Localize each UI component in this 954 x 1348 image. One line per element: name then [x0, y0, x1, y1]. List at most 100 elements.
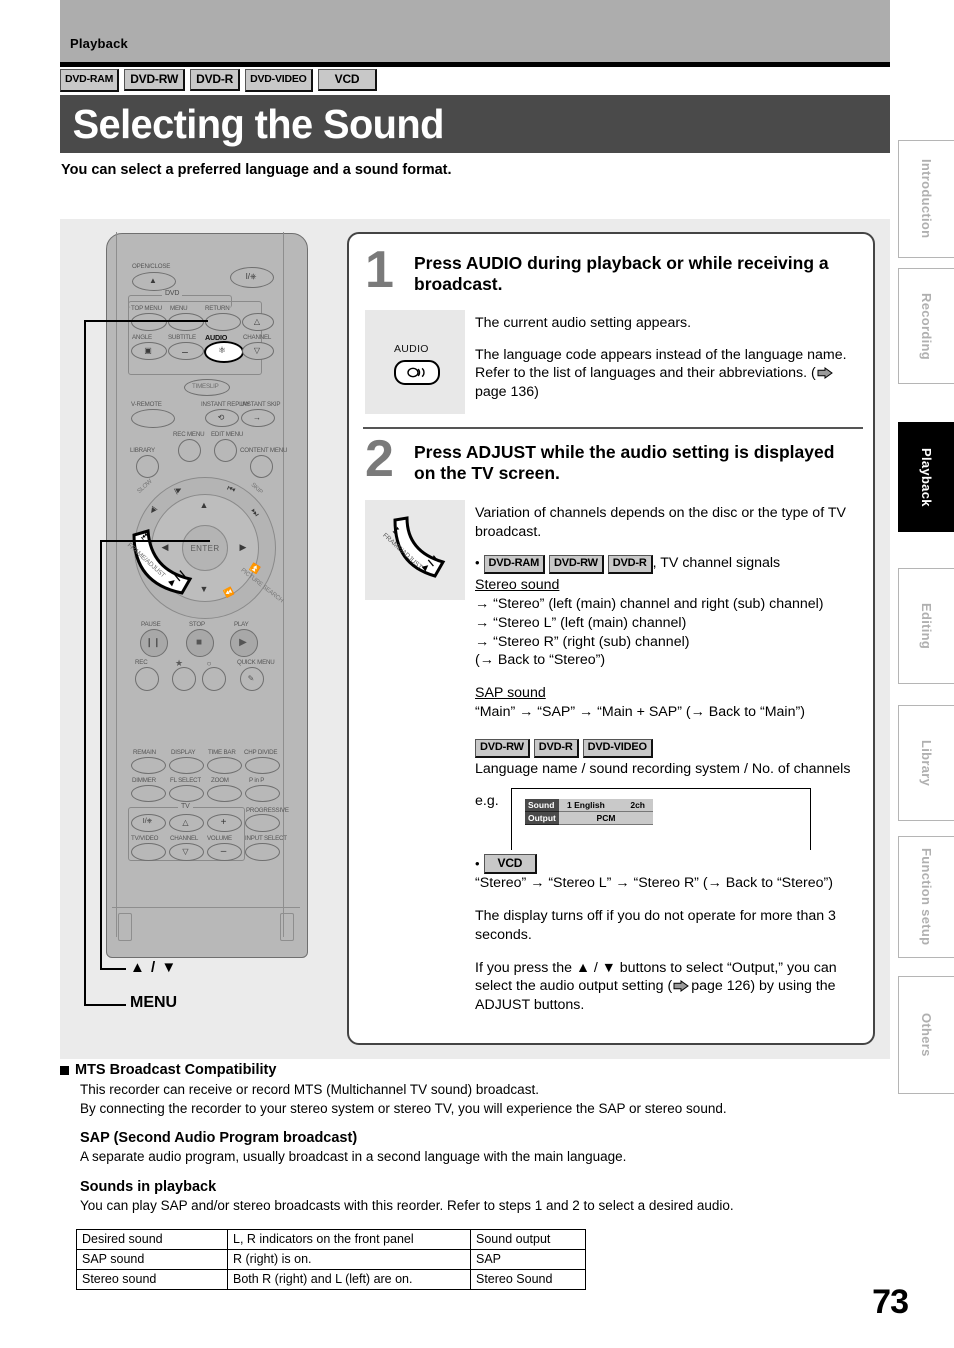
remote-button-progressive[interactable] — [245, 814, 280, 832]
remote-button-input-select[interactable] — [245, 843, 280, 861]
remote-label-chp-divide: CHP DIVIDE — [244, 749, 278, 756]
remote-label-library: LIBRARY — [130, 447, 155, 454]
remote-button-zoom[interactable] — [207, 785, 242, 802]
step-2-stereo-lines: → “Stereo” (left (main) channel and righ… — [475, 595, 865, 670]
sidebar-item-function-setup[interactable]: Function setup — [898, 836, 954, 958]
remote-button-content-menu[interactable] — [250, 455, 273, 478]
step-1-paragraph-1: The current audio setting appears. — [475, 315, 692, 331]
remote-control-illustration: OPEN/CLOSE ▲ I/⎈ DVD TOP MENU MENU RETUR… — [100, 227, 315, 967]
osd-key-sound: Sound — [525, 799, 559, 813]
step-2-icon-box: ⏮ ▶❙❙ FRAME/ADJUST — [365, 500, 465, 600]
step-2-heading: Press ADJUST while the audio setting is … — [414, 442, 835, 484]
subtitle-icon: ⚊ — [181, 345, 189, 355]
step-divider — [363, 427, 863, 429]
inline-badge-2-dvd-r: DVD-R — [533, 738, 579, 758]
table-cell-sap-desired: SAP sound — [76, 1249, 228, 1270]
sap-section-line: A separate audio program, usually broadc… — [80, 1149, 627, 1165]
remote-label-subtitle: SUBTITLE — [168, 334, 196, 341]
step-2-example: e.g. Sound 1 English 2ch Output PCM — [475, 788, 865, 852]
remote-button-circle[interactable] — [202, 667, 226, 691]
osd-row-sound: Sound 1 English 2ch — [525, 799, 653, 813]
bullet-square-icon — [60, 1065, 69, 1075]
sidebar-item-playback[interactable]: Playback — [898, 422, 954, 532]
minus-icon: – — [220, 845, 227, 857]
remote-adjust-arc[interactable] — [120, 517, 210, 607]
remote-button-library[interactable] — [136, 455, 159, 478]
osd-sound-language: 1 English — [567, 799, 605, 810]
remote-button-menu[interactable] — [168, 313, 204, 331]
sidebar-item-recording[interactable]: Recording — [898, 268, 954, 384]
remote-label-remain: REMAIN — [133, 749, 156, 756]
table-cell-stereo-indicators: Both R (right) and L (left) are on. — [227, 1269, 471, 1290]
step-2-vcd-bullet: • VCD — [475, 854, 865, 875]
remote-button-top-menu[interactable] — [131, 313, 167, 331]
remote-button-chp-divide[interactable] — [245, 757, 280, 774]
remote-label-stop: STOP — [189, 621, 205, 628]
mts-section-title: MTS Broadcast Compatibility — [75, 1062, 277, 1078]
remote-button-rec-menu[interactable] — [178, 439, 201, 462]
tv-channel-down-icon: ▽ — [182, 846, 189, 856]
step-1-paragraph-2-text: The language code appears instead of the… — [475, 346, 847, 382]
dpad-up-icon[interactable]: ▲ — [196, 499, 212, 511]
callout-label-up-down: ▲ / ▼ — [130, 959, 178, 976]
remote-button-edit-menu[interactable] — [214, 439, 237, 462]
remote-label-progressive: PROGRESSIVE — [246, 807, 289, 814]
step-2-body: Variation of channels depends on the dis… — [475, 504, 865, 1015]
remote-button-fl-select[interactable] — [169, 785, 204, 802]
remote-button-v-remote[interactable] — [131, 409, 175, 428]
osd-value-output: PCM — [559, 812, 653, 826]
remote-label-v-remote: V-REMOTE — [131, 401, 162, 408]
remote-label-tv-channel: CHANNEL — [170, 835, 199, 842]
step-1-icon-box: AUDIO — [365, 310, 465, 414]
step-2-stereo-line-2: → “Stereo L” (left (main) channel) — [475, 614, 687, 631]
remote-button-tv-video[interactable] — [131, 843, 166, 861]
sidebar-item-others[interactable]: Others — [898, 976, 954, 1094]
step-1-page-ref: page 136) — [475, 384, 539, 401]
tab-label-function-setup: Function setup — [919, 848, 934, 946]
remote-button-p-in-p[interactable] — [245, 785, 280, 802]
manual-page: Playback DVD-RAM DVD-RW DVD-R DVD-VIDEO … — [0, 0, 954, 1348]
sidebar-item-editing[interactable]: Editing — [898, 568, 954, 684]
step-2-bullet-1-tail: , TV channel signals — [652, 555, 781, 572]
tab-label-playback: Playback — [919, 447, 934, 507]
step-2-vcd-line: “Stereo” → “Stereo L” → “Stereo R” (→ Ba… — [475, 875, 833, 892]
remote-button-return[interactable] — [205, 313, 241, 331]
eject-icon: ▲ — [149, 276, 157, 285]
mts-section-title-row: MTS Broadcast Compatibility — [60, 1062, 890, 1078]
remote-button-star[interactable] — [172, 667, 196, 691]
dpad-right-icon[interactable]: ▶ — [236, 541, 250, 553]
bullet-dot: • — [475, 555, 480, 571]
step-1-icon-caption: AUDIO — [394, 343, 429, 355]
table-cell-sap-output: SAP — [470, 1249, 586, 1270]
inline-badge-2-dvd-video: DVD-VIDEO — [582, 738, 653, 758]
remote-label-input-select: INPUT SELECT — [245, 835, 287, 842]
sidebar-item-library[interactable]: Library — [898, 705, 954, 821]
remote-label-channel: CHANNEL — [243, 334, 272, 341]
remote-button-display[interactable] — [169, 757, 204, 774]
mts-table: Desired sound L, R indicators on the fro… — [76, 1229, 586, 1290]
tab-label-library: Library — [919, 739, 934, 787]
remote-button-dimmer[interactable] — [131, 785, 166, 802]
sidebar-item-introduction[interactable]: Introduction — [898, 140, 954, 258]
tab-label-recording: Recording — [919, 292, 934, 360]
remote-label-display: DISPLAY — [171, 749, 196, 756]
remote-button-time-bar[interactable] — [207, 757, 242, 774]
main-illustration-panel: OPEN/CLOSE ▲ I/⎈ DVD TOP MENU MENU RETUR… — [60, 219, 890, 1059]
step-2-number: 2 — [365, 430, 394, 488]
header-band — [60, 0, 890, 62]
remote-label-dvd: DVD — [162, 290, 183, 297]
osd-row-output: Output PCM — [525, 812, 653, 826]
angle-icon: ▣ — [144, 345, 152, 355]
header-rule — [60, 62, 890, 67]
remote-button-rec[interactable] — [135, 667, 159, 691]
sounds-section-title: Sounds in playback — [80, 1178, 217, 1195]
remote-label-edit-menu: EDIT MENU — [211, 431, 244, 438]
remote-button-remain[interactable] — [131, 757, 166, 774]
page-reference-arrow-icon-2 — [673, 980, 690, 993]
inline-badge-vcd: VCD — [483, 854, 538, 875]
pause-icon: ❙❙ — [145, 636, 161, 647]
remote-foot-left — [118, 913, 132, 941]
